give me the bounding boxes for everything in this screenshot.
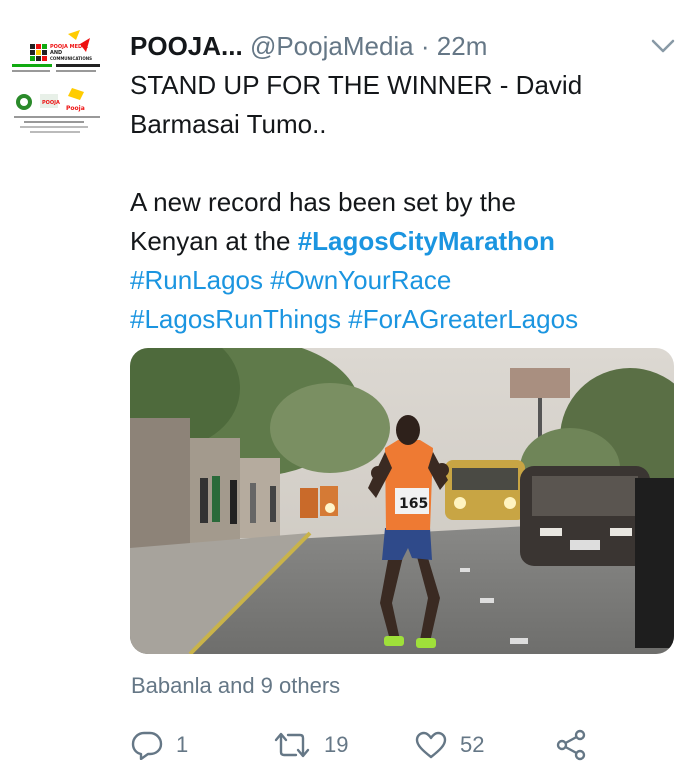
like-button[interactable]: 52 — [414, 728, 484, 762]
tweet-text-line: STAND UP FOR THE WINNER - David — [130, 70, 583, 100]
svg-text:POOJA: POOJA — [42, 100, 60, 106]
marathon-runner-image: 165 — [130, 348, 674, 654]
tweet-text-segment: Kenyan at the — [130, 226, 298, 256]
reply-icon — [130, 730, 164, 760]
liked-by-text[interactable]: Babanla and 9 others — [131, 670, 340, 702]
tweet-actions: 1 19 52 — [130, 728, 610, 762]
tweet-text: STAND UP FOR THE WINNER - David Barmasai… — [130, 66, 670, 339]
tweet-text-line: Kenyan at the #LagosCityMarathon — [130, 222, 670, 261]
tweet-timestamp[interactable]: 22m — [437, 31, 488, 61]
like-count: 52 — [460, 732, 485, 757]
tweet-text-line: Barmasai Tumo.. — [130, 109, 327, 139]
hashtag-link[interactable]: #LagosCityMarathon — [298, 226, 555, 256]
reply-button[interactable]: 1 — [130, 728, 188, 762]
author-name[interactable]: POOJA... — [130, 31, 243, 61]
svg-text:Pooja: Pooja — [66, 105, 85, 112]
bib-number: 165 — [399, 496, 428, 512]
retweet-button[interactable]: 19 — [272, 728, 348, 762]
tweet-text-line: #LagosRunThings #ForAGreaterLagos — [130, 300, 670, 339]
tweet-text-line: #RunLagos #OwnYourRace — [130, 261, 670, 300]
tweet-header: POOJA... @PoojaMedia · 22m — [130, 26, 677, 66]
tweet-text-line: A new record has been set by the — [130, 187, 516, 217]
separator-dot: · — [420, 31, 430, 61]
reply-count: 1 — [176, 732, 189, 757]
retweet-count: 19 — [324, 732, 349, 757]
hashtag-link[interactable]: #RunLagos — [130, 265, 263, 295]
chevron-down-icon[interactable] — [650, 36, 676, 56]
author-handle[interactable]: @PoojaMedia — [250, 31, 414, 61]
share-button[interactable] — [554, 728, 588, 762]
share-icon — [554, 729, 588, 761]
svg-text:COMMUNICATIONS: COMMUNICATIONS — [50, 56, 92, 61]
hashtag-link[interactable]: #ForAGreaterLagos — [348, 304, 578, 334]
avatar[interactable]: POOJA MEDIA AND COMMUNICATIONS POOJA Poo… — [10, 30, 104, 140]
hashtag-link[interactable]: #LagosRunThings — [130, 304, 341, 334]
retweet-icon — [272, 730, 312, 760]
heart-icon — [414, 730, 448, 760]
pooja-media-logo: POOJA MEDIA AND COMMUNICATIONS POOJA Poo… — [10, 30, 104, 140]
tweet-photo[interactable]: 165 — [130, 348, 674, 654]
hashtag-link[interactable]: #OwnYourRace — [270, 265, 451, 295]
